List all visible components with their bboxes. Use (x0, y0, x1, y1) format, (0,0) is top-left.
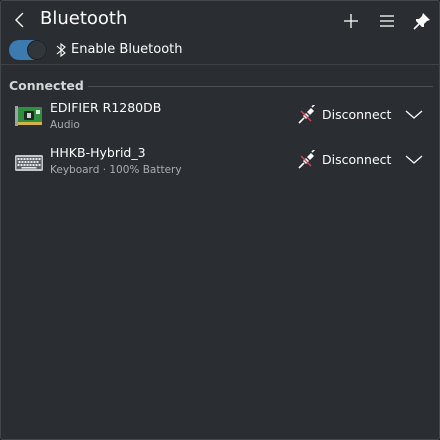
disconnect-plug-icon (298, 150, 316, 169)
add-device-button[interactable] (339, 9, 363, 33)
expand-device-button[interactable] (403, 106, 425, 124)
header-divider (1, 64, 440, 65)
chevron-down-icon (405, 155, 423, 164)
menu-button[interactable] (375, 9, 399, 33)
device-row[interactable]: HHKB-Hybrid_3 Keyboard · 100% Battery Di… (1, 145, 440, 185)
bluetooth-panel: Bluetooth Enable Bluetooth Connected EDI… (0, 0, 440, 440)
chevron-down-icon (405, 110, 423, 119)
bluetooth-icon (56, 42, 66, 58)
pin-icon (413, 13, 430, 30)
disconnect-button[interactable]: Disconnect (297, 104, 397, 126)
disconnect-plug-icon (298, 105, 316, 124)
pin-button[interactable] (410, 9, 434, 33)
device-subtitle: Audio (50, 119, 80, 131)
section-heading-connected: Connected (9, 78, 84, 93)
keyboard-icon (15, 155, 43, 171)
enable-bluetooth-toggle[interactable] (9, 40, 47, 60)
disconnect-button[interactable]: Disconnect (297, 149, 397, 171)
page-title: Bluetooth (40, 8, 128, 29)
plus-icon (344, 14, 358, 28)
panel-header: Bluetooth (1, 1, 440, 39)
device-name: HHKB-Hybrid_3 (50, 145, 146, 160)
device-name: EDIFIER R1280DB (50, 100, 162, 115)
device-row[interactable]: EDIFIER R1280DB Audio Disconnect (1, 100, 440, 140)
device-subtitle: Keyboard · 100% Battery (50, 164, 182, 176)
enable-bluetooth-row: Enable Bluetooth (9, 39, 309, 61)
toggle-knob (27, 40, 47, 60)
audio-card-icon (15, 106, 42, 126)
expand-device-button[interactable] (403, 151, 425, 169)
disconnect-label: Disconnect (322, 107, 392, 122)
chevron-left-icon (15, 12, 24, 28)
hamburger-menu-icon (380, 15, 394, 27)
enable-bluetooth-label: Enable Bluetooth (71, 42, 183, 57)
section-rule (88, 86, 433, 87)
back-button[interactable] (9, 9, 31, 31)
disconnect-label: Disconnect (322, 152, 392, 167)
